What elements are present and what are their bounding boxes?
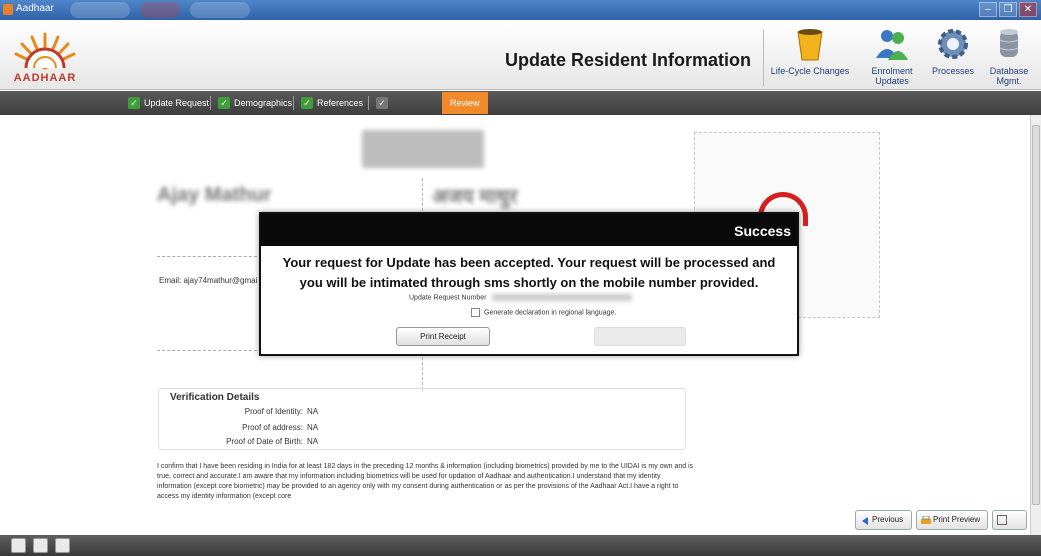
section-divider [157,350,262,351]
nav-separator [293,96,294,110]
verification-row: Proof of Date of Birth: NA [226,437,319,446]
declaration-text: I confirm that I have been residing in I… [157,463,694,500]
tab-references[interactable]: ✓ References [301,96,363,110]
people-icon[interactable] [11,538,26,553]
gear-icon [935,26,971,62]
status-bar [0,535,1041,556]
verification-details-box: Verification Details Proof of Identity: N… [158,388,686,450]
maximize-button[interactable]: ❐ [999,2,1017,17]
nav-separator [368,96,369,110]
toolbar-label: Life-Cycle Changes [770,66,850,76]
toolbar-label: Processes [931,66,975,76]
print-preview-button[interactable]: Print Preview [916,510,988,530]
check-icon: ✓ [376,97,388,109]
blurred-action-button [362,130,484,168]
vertical-scrollbar[interactable] [1030,115,1041,535]
print-receipt-button[interactable]: Print Receipt [396,327,490,346]
check-icon: ✓ [301,97,313,109]
page-title: Update Resident Information [505,50,752,70]
printer-icon[interactable] [55,538,70,553]
toolbar-enrolment-updates[interactable]: Enrolment Updates [854,26,930,86]
verification-row: Proof of address: NA [242,423,319,432]
tab-update-request[interactable]: ✓ Update Request [128,96,209,110]
request-number-value [492,294,633,301]
logo-text: AADHAAR [13,72,77,84]
dialog-title: Success [261,214,797,246]
close-button[interactable]: ✕ [1019,2,1037,17]
regional-language-checkbox[interactable]: Generate declaration in regional languag… [471,308,616,317]
check-icon: ✓ [218,97,230,109]
success-dialog: Success Your request for Update has been… [259,212,799,356]
resident-email: Email: ajay74mathur@gmai [159,276,258,285]
arrow-left-icon [860,515,870,525]
app-header: AADHAAR Update Resident Information Life… [0,20,1041,90]
disabled-dialog-button [594,327,686,346]
tab-review[interactable]: Review [442,92,488,114]
toolbar-label: Database Mgmt. [989,66,1029,86]
save-button[interactable] [992,510,1027,530]
title-bar-decoration [190,2,250,18]
aadhaar-sun-icon [14,32,76,70]
success-message: Your request for Update has been accepte… [282,255,776,290]
verification-row: Proof of Identity: NA [244,407,319,416]
tab-demographics[interactable]: ✓ Demographics [218,96,292,110]
resident-name-hindi: अजय माथुर [432,186,518,208]
toolbar-processes[interactable]: Processes [930,26,976,76]
minimize-button[interactable]: – [979,2,997,17]
previous-button[interactable]: Previous [855,510,912,530]
header-divider [763,30,764,86]
toolbar-life-cycle-changes[interactable]: Life-Cycle Changes [770,26,850,76]
tab-disabled-step: ✓ [376,96,436,110]
title-bar-decoration [70,2,130,18]
aadhaar-logo: AADHAAR [10,28,80,86]
window-title: Aadhaar [16,3,54,14]
toolbar-label: Enrolment Updates [871,66,913,86]
update-request-number: Update Request Number [409,294,633,301]
document-icon[interactable] [33,538,48,553]
users-icon [874,26,910,62]
toolbar-database-mgmt[interactable]: Database Mgmt. [978,26,1040,86]
scrollbar-thumb[interactable] [1032,125,1040,505]
step-nav-bar: ✓ Update Request ✓ Demographics ✓ Reference… [0,91,1041,115]
section-divider [157,256,262,257]
printer-icon [921,515,931,525]
app-icon [3,4,13,15]
checkbox[interactable] [471,308,480,317]
window-title-bar: Aadhaar – ❐ ✕ [0,0,1041,20]
title-bar-decoration [140,2,180,18]
life-cycle-bucket-icon [792,26,828,62]
nav-separator [210,96,211,110]
verification-title: Verification Details [170,392,260,403]
resident-name-english: Ajay Mathur [157,184,272,206]
floppy-icon [997,515,1007,525]
check-icon: ✓ [128,97,140,109]
database-icon [991,26,1027,62]
